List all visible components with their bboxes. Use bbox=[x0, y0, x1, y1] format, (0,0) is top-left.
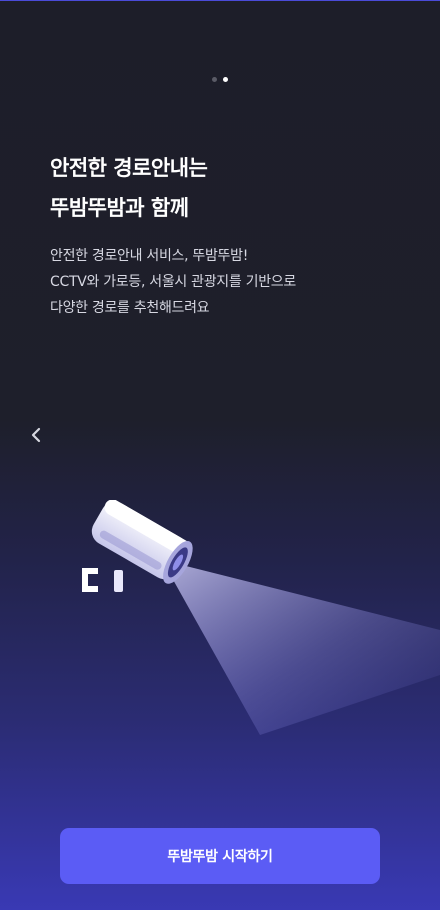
start-button[interactable]: 뚜밤뚜밤 시작하기 bbox=[60, 828, 380, 884]
light-beam bbox=[162, 560, 440, 735]
chevron-left-icon[interactable] bbox=[24, 423, 48, 447]
page-indicator bbox=[0, 77, 440, 82]
mount-bracket bbox=[82, 568, 98, 592]
description-line-1: 안전한 경로안내 서비스, 뚜밤뚜밤! bbox=[50, 248, 249, 264]
top-border bbox=[0, 0, 440, 1]
description-line-2: CCTV와 가로등, 서울시 관광지를 기반으로 bbox=[50, 274, 296, 290]
onboarding-description: 안전한 경로안내 서비스, 뚜밤뚜밤! CCTV와 가로등, 서울시 관광지를 … bbox=[50, 243, 296, 321]
page-dot-2-active[interactable] bbox=[223, 77, 228, 82]
page-dot-1[interactable] bbox=[212, 77, 217, 82]
headline-line-1: 안전한 경로안내는 bbox=[50, 156, 208, 180]
cctv-camera-illustration bbox=[70, 499, 440, 750]
description-line-3: 다양한 경로를 추천해드려요 bbox=[50, 300, 210, 316]
headline-line-2: 뚜밤뚜밤과 함께 bbox=[50, 196, 189, 220]
cctv-camera-icon bbox=[82, 499, 440, 735]
onboarding-screen: 안전한 경로안내는 뚜밤뚜밤과 함께 안전한 경로안내 서비스, 뚜밤뚜밤! C… bbox=[0, 0, 440, 910]
mount-arm bbox=[114, 570, 123, 592]
onboarding-headline: 안전한 경로안내는 뚜밤뚜밤과 함께 bbox=[50, 148, 208, 228]
